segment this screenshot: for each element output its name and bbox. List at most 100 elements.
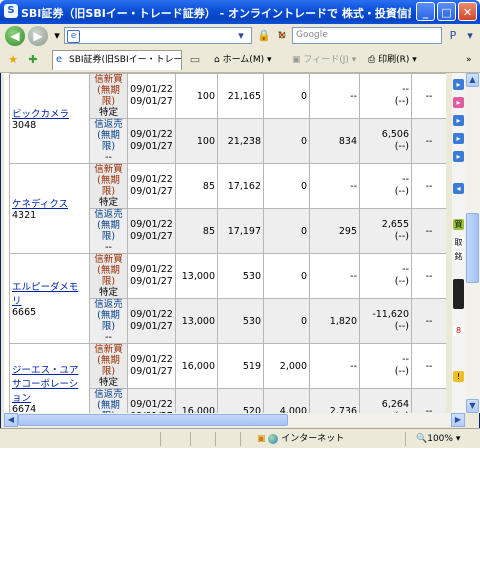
- zone-label: インターネット: [281, 434, 345, 444]
- price-cell: 520: [217, 388, 264, 413]
- panel-icon-4[interactable]: ▸: [453, 133, 464, 144]
- minimize-button[interactable]: _: [416, 2, 435, 21]
- order-term: (無期限): [97, 175, 120, 197]
- last-cell: --: [411, 253, 446, 299]
- settle-date: 09/01/27: [130, 96, 173, 107]
- status-bar: ▣ インターネット 🔍100% ▾: [0, 428, 480, 448]
- stock-code: 3048: [12, 120, 37, 131]
- profit-loss-cell: -11,620 (--): [359, 298, 412, 344]
- panel-icon-2[interactable]: ▸: [453, 97, 464, 108]
- search-icon[interactable]: P: [444, 27, 462, 44]
- add-favorite-icon[interactable]: ✚: [24, 51, 42, 68]
- panel-icon-5[interactable]: ▸: [453, 151, 464, 162]
- right-panel-strip: ▸ ▸ ▸ ▸ ▸ ◂ 買 取 銘 8 !: [452, 73, 465, 413]
- scroll-right-button[interactable]: ▶: [451, 413, 465, 427]
- profit-loss-paren: (--): [394, 276, 409, 287]
- stock-code: 6665: [12, 307, 37, 318]
- new-tab-icon[interactable]: ▭: [186, 51, 204, 68]
- panel-icon-1[interactable]: ▸: [453, 79, 464, 90]
- panel-label-1: 買: [453, 219, 464, 230]
- value-cell-7: 0: [263, 298, 310, 344]
- tab-sbi[interactable]: e SBI証券(旧SBIイー・トレー...: [52, 50, 182, 70]
- security-zone[interactable]: ▣ インターネット: [257, 433, 344, 445]
- value-cell-8: 834: [309, 118, 360, 164]
- quantity-cell: 13,000: [175, 253, 218, 299]
- price-cell: 530: [217, 298, 264, 344]
- more-tools-icon[interactable]: »: [466, 52, 472, 68]
- last-cell: --: [411, 118, 446, 164]
- close-button[interactable]: ✕: [458, 2, 477, 21]
- order-type-cell: 信返売(無期限)--: [89, 118, 128, 164]
- profit-loss: -11,620: [372, 309, 409, 320]
- profit-loss-paren: (--): [394, 96, 409, 107]
- panel-warning-icon[interactable]: !: [453, 371, 464, 382]
- zoom-control[interactable]: 🔍100% ▾: [416, 433, 460, 445]
- stock-name-link[interactable]: エルピーダメモリ: [12, 282, 78, 307]
- panel-icon-3[interactable]: ▸: [453, 115, 464, 126]
- value-cell-8: 295: [309, 208, 360, 254]
- search-options-icon[interactable]: ▾: [461, 27, 479, 44]
- value-cell-8: --: [309, 343, 360, 389]
- stock-name-link[interactable]: ジーエス・ユアサコーポレーション: [12, 365, 79, 404]
- order-term: (無期限): [97, 265, 120, 287]
- tab-label: SBI証券(旧SBIイー・トレー...: [69, 55, 182, 65]
- value-cell-8: 1,820: [309, 298, 360, 344]
- home-icon: ⌂: [214, 55, 223, 65]
- panel-arrow-icon[interactable]: ◂: [453, 183, 464, 194]
- trade-date: 09/01/22: [130, 219, 173, 230]
- value-cell-8: --: [309, 163, 360, 209]
- vertical-scroll-thumb[interactable]: [466, 213, 479, 283]
- order-term: (無期限): [97, 85, 120, 107]
- horizontal-scroll-thumb[interactable]: [18, 414, 288, 426]
- vertical-scrollbar[interactable]: ▲ ▼: [465, 73, 480, 413]
- order-type: 信新買: [94, 254, 123, 265]
- profit-loss-paren: (--): [394, 231, 409, 242]
- print-button[interactable]: ⎙ 印刷(R) ▾: [368, 52, 417, 68]
- date-cell: 09/01/2209/01/27: [127, 118, 176, 164]
- horizontal-scrollbar[interactable]: ◀ ▶: [4, 413, 465, 427]
- shield-icon: ▣: [257, 434, 269, 444]
- account-type: 特定: [98, 107, 118, 118]
- date-cell: 09/01/2209/01/27: [127, 163, 176, 209]
- favorites-star-icon[interactable]: ★: [4, 51, 22, 68]
- profit-loss: 2,655: [381, 219, 409, 230]
- order-type: 信返売: [94, 389, 123, 400]
- order-type-cell: 信新買 (無期限) 特定: [89, 73, 128, 119]
- trade-date: 09/01/22: [130, 354, 173, 365]
- profit-loss-paren: (--): [394, 366, 409, 377]
- home-button[interactable]: ⌂ ホーム(M) ▾: [214, 52, 272, 68]
- address-bar[interactable]: e: [64, 27, 252, 44]
- order-type-cell: 信返売(無期限)--: [89, 208, 128, 254]
- date-cell: 09/01/2209/01/27: [127, 208, 176, 254]
- order-term: (無期限): [97, 355, 120, 377]
- date-cell: 09/01/2209/01/27: [127, 253, 176, 299]
- stock-name-link[interactable]: ケネディクス: [12, 199, 68, 210]
- stop-icon[interactable]: ✕: [273, 27, 291, 44]
- forward-button[interactable]: ▶: [28, 26, 48, 46]
- trade-date: 09/01/22: [130, 264, 173, 275]
- table-row: ジーエス・ユアサコーポレーション 6674 信新買 (無期限) 特定 09/01/22 09…: [9, 343, 446, 413]
- trade-date: 09/01/22: [130, 129, 173, 140]
- scroll-left-button[interactable]: ◀: [4, 413, 18, 427]
- price-cell: 17,197: [217, 208, 264, 254]
- scroll-up-button[interactable]: ▲: [466, 73, 479, 87]
- search-input[interactable]: Google: [292, 27, 442, 44]
- ie-icon: e: [56, 54, 63, 65]
- lock-icon[interactable]: 🔒: [255, 27, 273, 44]
- trade-date: 09/01/22: [130, 174, 173, 185]
- scroll-down-button[interactable]: ▼: [466, 399, 479, 413]
- stock-cell: ビックカメラ 3048: [9, 73, 90, 164]
- stock-cell: ジーエス・ユアサコーポレーション 6674: [9, 343, 90, 413]
- address-dropdown-icon[interactable]: ▾: [232, 27, 250, 44]
- back-button[interactable]: ◀: [5, 26, 25, 46]
- value-cell-8: --: [309, 253, 360, 299]
- order-type: 信新買: [94, 164, 123, 175]
- favorites-bar: ★ ✚ e SBI証券(旧SBIイー・トレー... ▭ ⌂ ホーム(M) ▾ ▣…: [0, 48, 480, 73]
- maximize-button[interactable]: □: [437, 2, 456, 21]
- settle-date: 09/01/27: [130, 366, 173, 377]
- stock-name-link[interactable]: ビックカメラ: [12, 109, 69, 120]
- price-cell: 530: [217, 253, 264, 299]
- profit-loss-paren: (--): [394, 141, 409, 152]
- profit-loss-cell: 2,655 (--): [359, 208, 412, 254]
- feed-button[interactable]: ▣ フィード(J) ▾: [292, 52, 356, 68]
